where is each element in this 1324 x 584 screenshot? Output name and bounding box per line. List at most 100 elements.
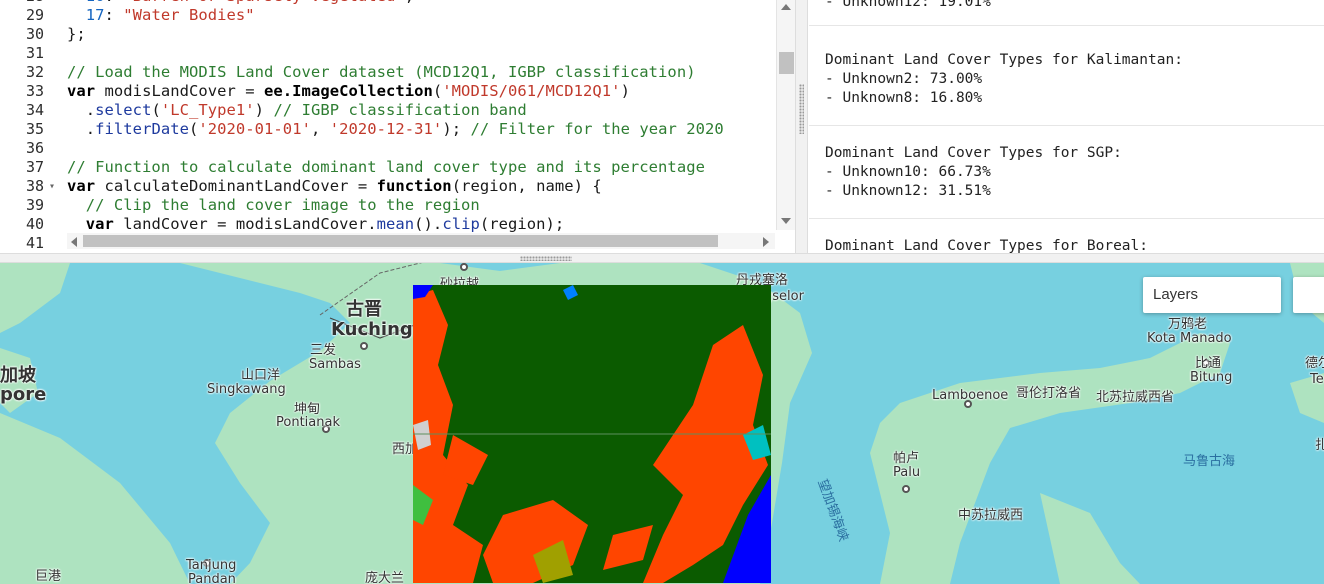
editor-horizontal-scrollbar[interactable] [67, 233, 775, 249]
code-token: ) [254, 101, 274, 119]
code-token: 17 [85, 6, 105, 24]
scroll-up-arrow-icon[interactable] [781, 4, 791, 10]
code-line[interactable] [67, 139, 779, 158]
line-number: 34 [25, 101, 44, 119]
console-entry: Dominant Land Cover Types for Boreal: [809, 219, 1324, 253]
code-line[interactable]: var calculateDominantLandCover = functio… [67, 177, 779, 196]
line-number: 37 [25, 158, 44, 176]
code-line[interactable]: .select('LC_Type1') // IGBP classificati… [67, 101, 779, 120]
console-entry: Dominant Land Cover Types for SGP: - Unkn… [809, 126, 1324, 219]
console-line: - Unknown12: 19.01% [825, 0, 991, 10]
water-label-maluku-sea: 马鲁古海 [1183, 454, 1236, 469]
code-token: }; [67, 25, 86, 43]
code-editor[interactable]: 2829303132333435363738▾394041 16: "Barre… [0, 0, 795, 253]
palu-city-marker [902, 485, 910, 493]
map-view[interactable]: 古晋 Kuching 三发 Sambas 山口洋 Singkawang 坤甸 Pontiana… [0, 263, 1324, 584]
code-token: "Barren or Sparsely Vegetated" [123, 0, 404, 5]
code-token: ( [151, 101, 161, 119]
line-number: 36 [25, 139, 44, 157]
code-area[interactable]: 16: "Barren or Sparsely Vegetated", 17: … [67, 0, 779, 253]
line-number: 29 [25, 6, 44, 24]
line-number: 39 [25, 196, 44, 214]
code-token: // Clip the land cover image to the regi… [85, 196, 480, 214]
city-label-sambas: Sambas [309, 357, 361, 372]
city-label-tanjung: Tanjung [186, 558, 237, 573]
code-token: 'MODIS/061/MCD12Q1' [442, 82, 621, 100]
city-label-bitung: Bitung [1190, 370, 1233, 385]
code-token: . [67, 120, 96, 138]
console-line: - Unknown2: 73.00% [825, 71, 983, 87]
console-output-panel: - Unknown12: 19.01% Dominant Land Cover T… [809, 0, 1324, 253]
code-token: ( [432, 82, 443, 100]
code-token: : [104, 6, 124, 24]
code-token: '2020-12-31' [329, 120, 443, 138]
code-token: // Function to calculate dominant land c… [67, 158, 705, 176]
horizontal-panel-splitter[interactable] [0, 253, 1324, 263]
code-line[interactable] [67, 44, 779, 63]
console-line: - Unknown8: 16.80% [825, 90, 983, 106]
place-label-lamboenoe: Lamboenoe [932, 388, 1009, 403]
code-line[interactable]: var landCover = modisLandCover.mean().cl… [67, 215, 779, 234]
line-number: 35 [25, 120, 44, 138]
code-line[interactable]: var modisLandCover = ee.ImageCollection(… [67, 82, 779, 101]
scroll-right-arrow-icon[interactable] [763, 237, 769, 247]
splitter-grip-icon [799, 84, 804, 134]
line-number: 30 [25, 25, 44, 43]
console-line: Dominant Land Cover Types for Boreal: [825, 238, 1149, 253]
code-token: clip [442, 215, 480, 233]
code-token: 16 [86, 0, 105, 5]
vertical-scroll-thumb[interactable] [779, 52, 794, 74]
city-label-partial-right: 扎 [1315, 438, 1324, 453]
editor-vertical-scrollbar[interactable] [776, 0, 795, 230]
code-token: ee.ImageCollection [264, 82, 433, 100]
code-line[interactable]: 17: "Water Bodies" [67, 6, 779, 25]
city-label-palu: Palu [893, 465, 921, 480]
city-label-sambas-cn: 三发 [310, 343, 337, 358]
code-line[interactable]: .filterDate('2020-01-01', '2020-12-31');… [67, 120, 779, 139]
code-token: // Filter for the year 2020 [470, 120, 724, 138]
city-label-ternate-cn: 德尔 [1305, 356, 1324, 371]
console-entry: Dominant Land Cover Types for Kalimantan… [809, 33, 1324, 126]
code-token: var [67, 177, 96, 195]
code-token: // Load the MODIS Land Cover dataset (MC… [67, 63, 696, 81]
horizontal-scroll-thumb[interactable] [83, 235, 718, 247]
vertical-panel-splitter[interactable] [795, 0, 808, 253]
console-entry: - Unknown12: 19.01% [809, 0, 1324, 26]
scroll-down-arrow-icon[interactable] [781, 218, 791, 224]
kuching-city-marker [360, 342, 368, 350]
code-token: ( [188, 120, 199, 138]
line-number: 33 [25, 82, 44, 100]
code-token: function [376, 177, 452, 195]
map-type-button[interactable] [1293, 277, 1324, 313]
city-label-pontianak: Pontianak [276, 415, 340, 430]
code-token: modisLandCover = [95, 82, 265, 100]
scroll-left-arrow-icon[interactable] [71, 237, 77, 247]
console-line: - Unknown10: 66.73% [825, 164, 991, 180]
city-label-singkawang: Singkawang [207, 382, 286, 397]
code-token: , [405, 0, 414, 5]
fold-arrow-icon[interactable]: ▾ [49, 177, 55, 196]
city-label-pangkalan-cn: 庞大兰 [365, 571, 405, 584]
city-label-singapore: pore [0, 384, 47, 405]
code-line[interactable]: // Function to calculate dominant land c… [67, 158, 779, 177]
code-token: '2020-01-01' [198, 120, 311, 138]
layers-button[interactable]: Layers [1143, 277, 1281, 313]
land-cover-raster-overlay [413, 285, 771, 583]
splitter-grip-icon [520, 256, 572, 261]
code-token: select [95, 101, 152, 119]
province-label-north-sulawesi: 北苏拉威西省 [1096, 390, 1175, 405]
code-line[interactable]: }; [67, 25, 779, 44]
code-token: 'LC_Type1' [160, 101, 255, 119]
line-number-gutter: 2829303132333435363738▾394041 [0, 0, 55, 253]
console-line: Dominant Land Cover Types for Kalimantan… [825, 52, 1183, 68]
city-label-manado-cn: 万鸦老 [1168, 317, 1208, 332]
code-line[interactable]: // Clip the land cover image to the regi… [67, 196, 779, 215]
code-line[interactable]: // Load the MODIS Land Cover dataset (MC… [67, 63, 779, 82]
city-label-singapore-cn: 加坡 [0, 365, 36, 386]
code-token: filterDate [95, 120, 189, 138]
line-number: 32 [25, 63, 44, 81]
